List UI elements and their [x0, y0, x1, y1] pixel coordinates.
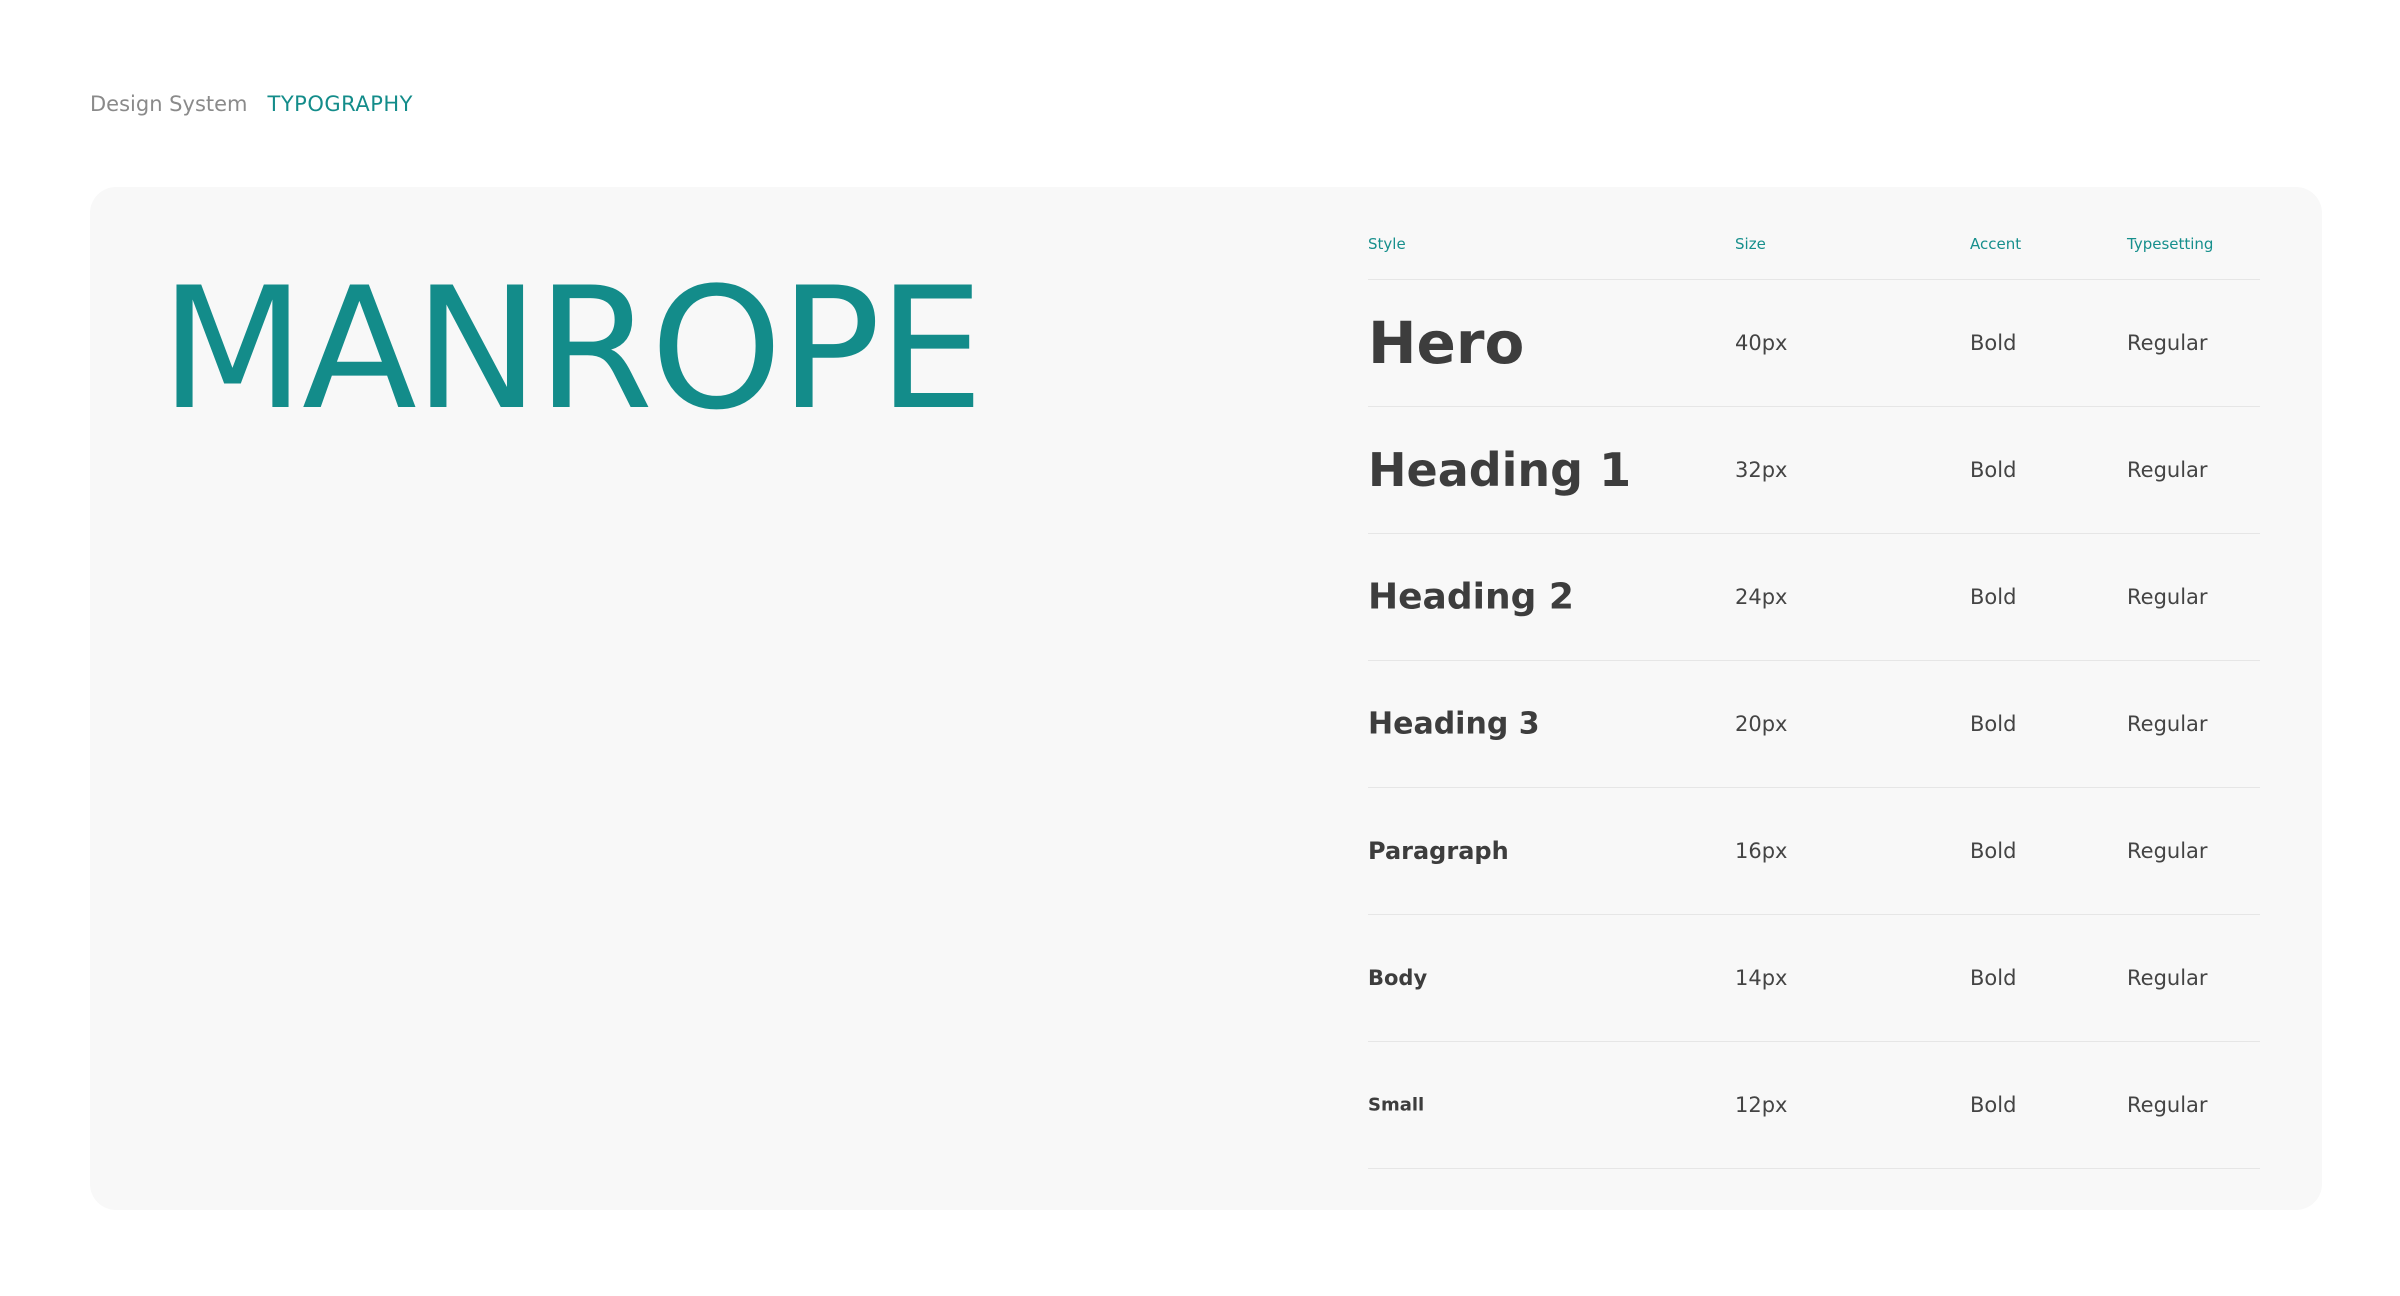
style-name: Small — [1368, 1094, 1425, 1116]
typesetting-value: Regular — [2127, 585, 2208, 609]
size-value: 40px — [1735, 331, 1788, 355]
typesetting-value: Regular — [2127, 1093, 2208, 1117]
typesetting-value: Regular — [2127, 331, 2208, 355]
style-name: Heading 1 — [1368, 443, 1632, 497]
table-row-body: Body 14px Bold Regular — [1368, 915, 2260, 1042]
accent-value: Bold — [1970, 1093, 2017, 1117]
size-value: 20px — [1735, 712, 1788, 736]
accent-value: Bold — [1970, 839, 2017, 863]
typesetting-value: Regular — [2127, 712, 2208, 736]
table-row-small: Small 12px Bold Regular — [1368, 1042, 2260, 1169]
style-name: Hero — [1368, 309, 1525, 377]
typography-page: Design System TYPOGRAPHY MANROPE Style S… — [0, 0, 2400, 1296]
typesetting-value: Regular — [2127, 458, 2208, 482]
size-value: 32px — [1735, 458, 1788, 482]
table-row-hero: Hero 40px Bold Regular — [1368, 280, 2260, 407]
size-value: 14px — [1735, 966, 1788, 990]
size-value: 24px — [1735, 585, 1788, 609]
accent-value: Bold — [1970, 458, 2017, 482]
accent-value: Bold — [1970, 712, 2017, 736]
table-row-paragraph: Paragraph 16px Bold Regular — [1368, 788, 2260, 915]
font-family-name: MANROPE — [160, 251, 984, 447]
header-typesetting: Typesetting — [2127, 235, 2214, 253]
style-name: Heading 3 — [1368, 706, 1540, 742]
table-row-heading-1: Heading 1 32px Bold Regular — [1368, 407, 2260, 534]
accent-value: Bold — [1970, 966, 2017, 990]
size-value: 12px — [1735, 1093, 1788, 1117]
size-value: 16px — [1735, 839, 1788, 863]
typesetting-value: Regular — [2127, 966, 2208, 990]
style-name: Body — [1368, 966, 1428, 990]
header-size: Size — [1735, 235, 1766, 253]
type-scale-table: Style Size Accent Typesetting Hero 40px … — [1368, 187, 2260, 1169]
header-accent: Accent — [1970, 235, 2022, 253]
accent-value: Bold — [1970, 585, 2017, 609]
breadcrumb-design-system[interactable]: Design System — [90, 92, 248, 116]
typography-card: MANROPE Style Size Accent Typesetting He… — [90, 187, 2322, 1210]
accent-value: Bold — [1970, 331, 2017, 355]
header-style: Style — [1368, 235, 1406, 253]
typesetting-value: Regular — [2127, 839, 2208, 863]
table-header: Style Size Accent Typesetting — [1368, 187, 2260, 280]
style-name: Heading 2 — [1368, 576, 1574, 618]
breadcrumb-typography: TYPOGRAPHY — [267, 92, 414, 116]
breadcrumb: Design System TYPOGRAPHY — [90, 92, 413, 116]
style-name: Paragraph — [1368, 837, 1509, 865]
table-row-heading-3: Heading 3 20px Bold Regular — [1368, 661, 2260, 788]
table-row-heading-2: Heading 2 24px Bold Regular — [1368, 534, 2260, 661]
